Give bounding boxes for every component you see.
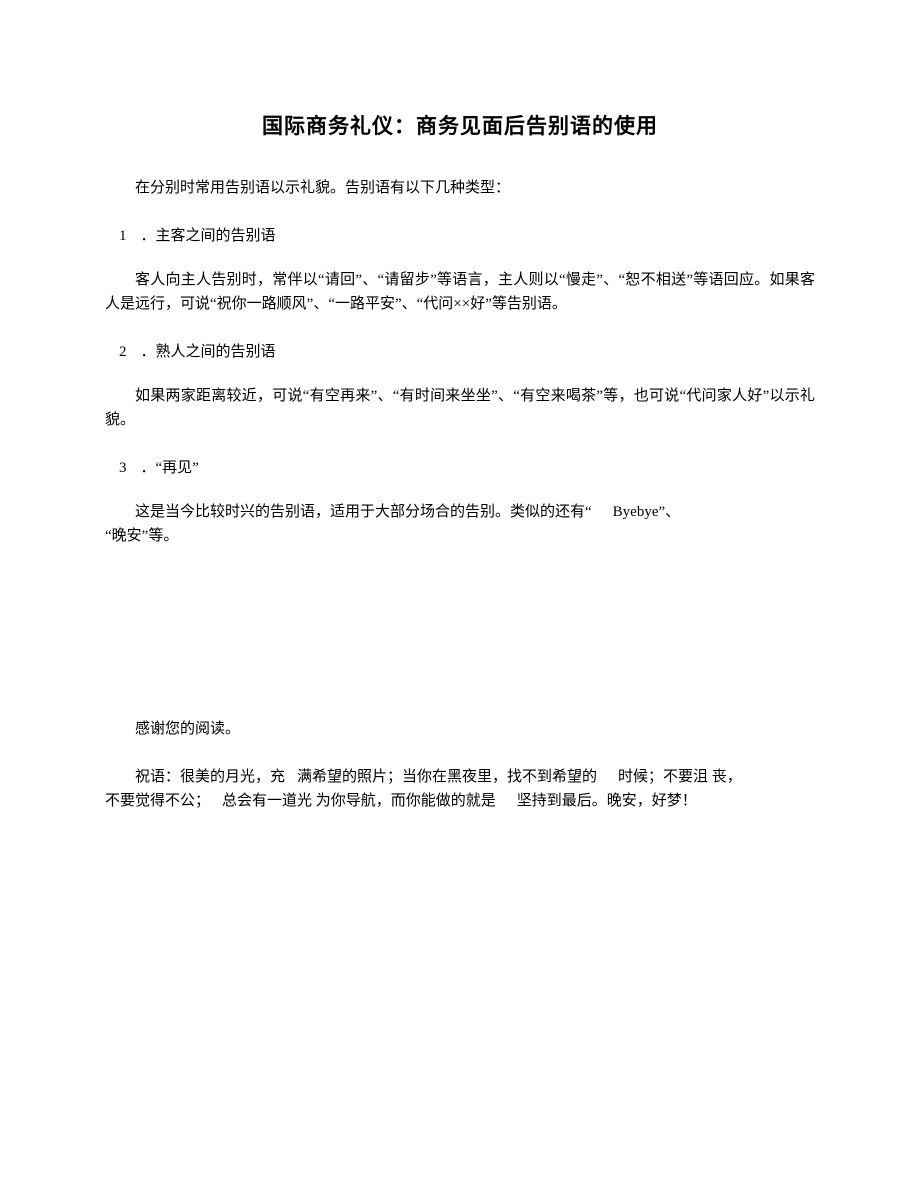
blessing-part: 总会有一道光 为你导航，而你能做的就是 xyxy=(222,793,496,809)
section-title: 熟人之间的告别语 xyxy=(156,344,276,360)
section-dot: ． xyxy=(141,344,156,360)
document-title: 国际商务礼仪：商务见面后告别语的使用 xyxy=(105,110,815,144)
section-dot: ． xyxy=(141,460,156,476)
body-part: Byebye”、 xyxy=(613,504,680,520)
blessing-part: 坚持到最后。晚安，好梦！ xyxy=(517,793,697,809)
intro-paragraph: 在分别时常用告别语以示礼貌。告别语有以下几种类型： xyxy=(105,176,815,200)
section-body-3: 这是当今比较时兴的告别语，适用于大部分场合的告别。类似的还有“ Byebye”、 “… xyxy=(105,500,815,548)
section-number: 1 xyxy=(119,224,127,248)
blessing-part: 满希望的照片；当你在黑夜里，找不到希望的 xyxy=(297,769,597,785)
blessing-part: 祝语：很美的月光，充 xyxy=(135,769,285,785)
section-title: 主客之间的告别语 xyxy=(156,228,276,244)
blessing-part: 不要觉得不公； xyxy=(105,793,210,809)
section-body-2: 如果两家距离较近，可说“有空再来”、“有时间来坐坐”、“有空来喝茶”等，也可说“… xyxy=(105,384,815,432)
section-number: 3 xyxy=(119,456,127,480)
section-number: 2 xyxy=(119,340,127,364)
body-part: 这是当今比较时兴的告别语，适用于大部分场合的告别。类似的还有“ xyxy=(135,504,592,520)
section-body-1: 客人向主人告别时，常伴以“请回”、“请留步”等语言，主人则以“慢走”、“恕不相送… xyxy=(105,268,815,316)
section-heading-1: 1 ．主客之间的告别语 xyxy=(105,224,815,248)
section-heading-3: 3 ．“再见” xyxy=(105,456,815,480)
thanks-text: 感谢您的阅读。 xyxy=(105,717,815,741)
section-heading-2: 2 ．熟人之间的告别语 xyxy=(105,340,815,364)
blessing-text: 祝语：很美的月光，充满希望的照片；当你在黑夜里，找不到希望的 时候；不要沮 丧， 不… xyxy=(105,765,815,813)
section-title: “再见” xyxy=(156,460,199,476)
spacer xyxy=(105,572,815,717)
section-dot: ． xyxy=(141,228,156,244)
body-part: “晚安”等。 xyxy=(105,528,178,544)
blessing-part: 时候；不要沮 丧， xyxy=(618,769,742,785)
